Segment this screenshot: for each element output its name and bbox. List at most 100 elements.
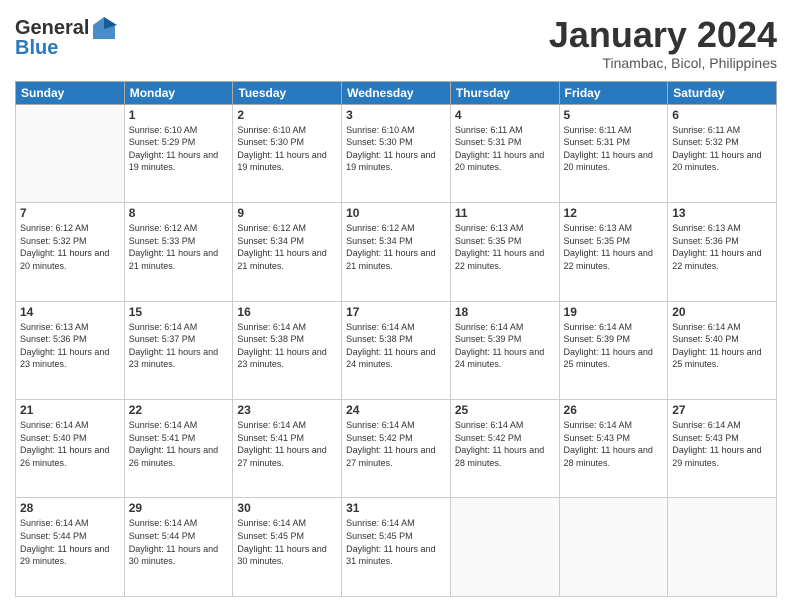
day-number: 5 <box>564 108 664 122</box>
sunset: Sunset: 5:32 PM <box>20 236 87 246</box>
sunrise: Sunrise: 6:11 AM <box>672 125 740 135</box>
sunrise: Sunrise: 6:14 AM <box>672 420 741 430</box>
day-info: Sunrise: 6:14 AMSunset: 5:44 PMDaylight:… <box>20 517 120 567</box>
day-number: 7 <box>20 206 120 220</box>
day-number: 19 <box>564 305 664 319</box>
sunset: Sunset: 5:37 PM <box>129 334 196 344</box>
sunset: Sunset: 5:42 PM <box>346 433 413 443</box>
logo: General Blue <box>15 15 117 60</box>
day-info: Sunrise: 6:12 AMSunset: 5:33 PMDaylight:… <box>129 222 229 272</box>
day-info: Sunrise: 6:14 AMSunset: 5:42 PMDaylight:… <box>346 419 446 469</box>
day-info: Sunrise: 6:10 AMSunset: 5:30 PMDaylight:… <box>237 124 337 174</box>
day-number: 13 <box>672 206 772 220</box>
daylight: Daylight: 11 hours and 30 minutes. <box>129 544 218 567</box>
sunrise: Sunrise: 6:14 AM <box>129 518 198 528</box>
sunrise: Sunrise: 6:14 AM <box>20 420 89 430</box>
sunset: Sunset: 5:31 PM <box>455 137 522 147</box>
sunset: Sunset: 5:45 PM <box>346 531 413 541</box>
calendar-week-row: 28Sunrise: 6:14 AMSunset: 5:44 PMDayligh… <box>16 498 777 597</box>
sunset: Sunset: 5:30 PM <box>346 137 413 147</box>
sunset: Sunset: 5:29 PM <box>129 137 196 147</box>
daylight: Daylight: 11 hours and 26 minutes. <box>129 445 218 468</box>
table-row: 12Sunrise: 6:13 AMSunset: 5:35 PMDayligh… <box>559 203 668 301</box>
sunrise: Sunrise: 6:14 AM <box>129 420 198 430</box>
sunrise: Sunrise: 6:13 AM <box>564 223 633 233</box>
day-number: 14 <box>20 305 120 319</box>
table-row <box>16 104 125 202</box>
daylight: Daylight: 11 hours and 20 minutes. <box>564 150 653 173</box>
calendar-week-row: 1Sunrise: 6:10 AMSunset: 5:29 PMDaylight… <box>16 104 777 202</box>
calendar-week-row: 21Sunrise: 6:14 AMSunset: 5:40 PMDayligh… <box>16 400 777 498</box>
daylight: Daylight: 11 hours and 25 minutes. <box>564 347 653 370</box>
day-info: Sunrise: 6:14 AMSunset: 5:45 PMDaylight:… <box>346 517 446 567</box>
location-subtitle: Tinambac, Bicol, Philippines <box>549 55 777 71</box>
sunrise: Sunrise: 6:12 AM <box>20 223 89 233</box>
day-number: 25 <box>455 403 555 417</box>
day-info: Sunrise: 6:14 AMSunset: 5:40 PMDaylight:… <box>672 321 772 371</box>
table-row: 5 Sunrise: 6:11 AMSunset: 5:31 PMDaylight… <box>559 104 668 202</box>
sunset: Sunset: 5:41 PM <box>237 433 304 443</box>
day-number: 21 <box>20 403 120 417</box>
day-info: Sunrise: 6:13 AMSunset: 5:36 PMDaylight:… <box>20 321 120 371</box>
table-row: 8Sunrise: 6:12 AMSunset: 5:33 PMDaylight… <box>124 203 233 301</box>
sunset: Sunset: 5:39 PM <box>455 334 522 344</box>
day-number: 6 <box>672 108 772 122</box>
daylight: Daylight: 11 hours and 23 minutes. <box>20 347 109 370</box>
day-info: Sunrise: 6:14 AM Sunset: 5:41 PM Daylight:… <box>129 419 229 469</box>
daylight: Daylight: 11 hours and 19 minutes. <box>237 150 326 173</box>
day-info: Sunrise: 6:14 AMSunset: 5:42 PMDaylight:… <box>455 419 555 469</box>
sunrise: Sunrise: 6:14 AM <box>346 322 415 332</box>
sunset: Sunset: 5:43 PM <box>672 433 739 443</box>
daylight: Daylight: 11 hours and 21 minutes. <box>346 248 435 271</box>
table-row: 3Sunrise: 6:10 AMSunset: 5:30 PMDaylight… <box>342 104 451 202</box>
daylight: Daylight: 11 hours and 22 minutes. <box>455 248 544 271</box>
sunrise: Sunrise: 6:13 AM <box>455 223 524 233</box>
table-row: 24 Sunrise: 6:14 AMSunset: 5:42 PMDayligh… <box>342 400 451 498</box>
daylight: Daylight: 11 hours and 23 minutes. <box>129 347 218 370</box>
calendar-week-row: 14 Sunrise: 6:13 AMSunset: 5:36 PMDayligh… <box>16 301 777 399</box>
day-info: Sunrise: 6:12 AMSunset: 5:34 PMDaylight:… <box>237 222 337 272</box>
sunset: Sunset: 5:44 PM <box>129 531 196 541</box>
col-saturday: Saturday <box>668 81 777 104</box>
sunrise: Sunrise: 6:14 AM <box>672 322 741 332</box>
day-number: 29 <box>129 501 229 515</box>
day-info: Sunrise: 6:11 AMSunset: 5:32 PMDaylight:… <box>672 124 772 174</box>
day-info: Sunrise: 6:14 AMSunset: 5:38 PMDaylight:… <box>346 321 446 371</box>
day-number: 15 <box>129 305 229 319</box>
day-number: 27 <box>672 403 772 417</box>
calendar-header-row: Sunday Monday Tuesday Wednesday Thursday… <box>16 81 777 104</box>
table-row: 21Sunrise: 6:14 AMSunset: 5:40 PMDayligh… <box>16 400 125 498</box>
sunset: Sunset: 5:41 PM <box>129 433 196 443</box>
sunrise: Sunrise: 6:11 AM <box>455 125 523 135</box>
daylight: Daylight: 11 hours and 22 minutes. <box>672 248 761 271</box>
daylight: Daylight: 11 hours and 20 minutes. <box>455 150 544 173</box>
daylight: Daylight: 11 hours and 25 minutes. <box>672 347 761 370</box>
day-info: Sunrise: 6:10 AMSunset: 5:30 PMDaylight:… <box>346 124 446 174</box>
daylight: Daylight: 11 hours and 21 minutes. <box>129 248 218 271</box>
table-row: 13Sunrise: 6:13 AMSunset: 5:36 PMDayligh… <box>668 203 777 301</box>
sunrise: Sunrise: 6:12 AM <box>129 223 198 233</box>
day-info: Sunrise: 6:14 AMSunset: 5:37 PMDaylight:… <box>129 321 229 371</box>
day-info: Sunrise: 6:14 AM Sunset: 5:44 PM Daylight:… <box>129 517 229 567</box>
sunrise: Sunrise: 6:14 AM <box>455 420 524 430</box>
sunset: Sunset: 5:31 PM <box>564 137 631 147</box>
daylight: Daylight: 11 hours and 20 minutes. <box>672 150 761 173</box>
col-tuesday: Tuesday <box>233 81 342 104</box>
day-number: 24 <box>346 403 446 417</box>
day-number: 18 <box>455 305 555 319</box>
day-number: 12 <box>564 206 664 220</box>
day-number: 16 <box>237 305 337 319</box>
table-row: 18 Sunrise: 6:14 AMSunset: 5:39 PMDayligh… <box>450 301 559 399</box>
daylight: Daylight: 11 hours and 24 minutes. <box>346 347 435 370</box>
day-info: Sunrise: 6:14 AMSunset: 5:39 PMDaylight:… <box>455 321 555 371</box>
logo-blue: Blue <box>15 37 58 60</box>
daylight: Daylight: 11 hours and 22 minutes. <box>564 248 653 271</box>
day-info: Sunrise: 6:11 AMSunset: 5:31 PMDaylight:… <box>564 124 664 174</box>
sunrise: Sunrise: 6:14 AM <box>564 322 633 332</box>
sunset: Sunset: 5:34 PM <box>346 236 413 246</box>
day-info: Sunrise: 6:14 AMSunset: 5:43 PMDaylight:… <box>564 419 664 469</box>
table-row: 1Sunrise: 6:10 AMSunset: 5:29 PMDaylight… <box>124 104 233 202</box>
day-info: Sunrise: 6:10 AMSunset: 5:29 PMDaylight:… <box>129 124 229 174</box>
day-info: Sunrise: 6:14 AMSunset: 5:38 PMDaylight:… <box>237 321 337 371</box>
table-row: 7Sunrise: 6:12 AMSunset: 5:32 PMDaylight… <box>16 203 125 301</box>
